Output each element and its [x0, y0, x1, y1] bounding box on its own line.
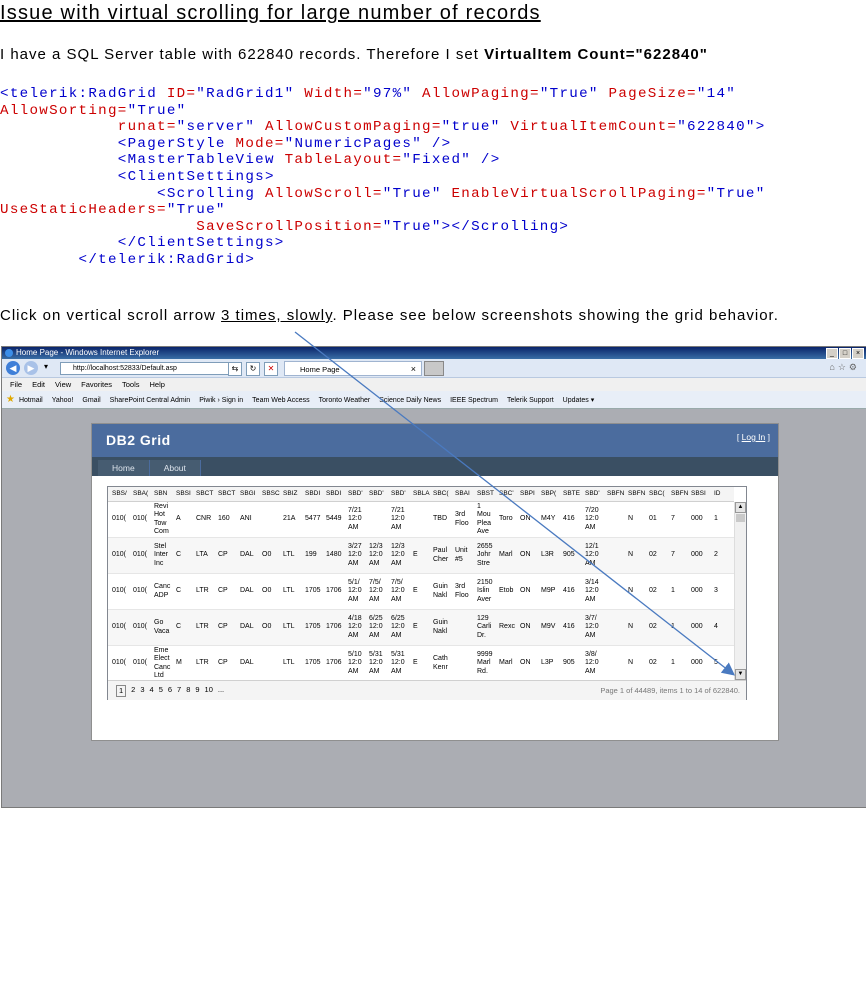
annotation-overlay	[294, 331, 736, 676]
annotation-arrow	[294, 331, 736, 676]
